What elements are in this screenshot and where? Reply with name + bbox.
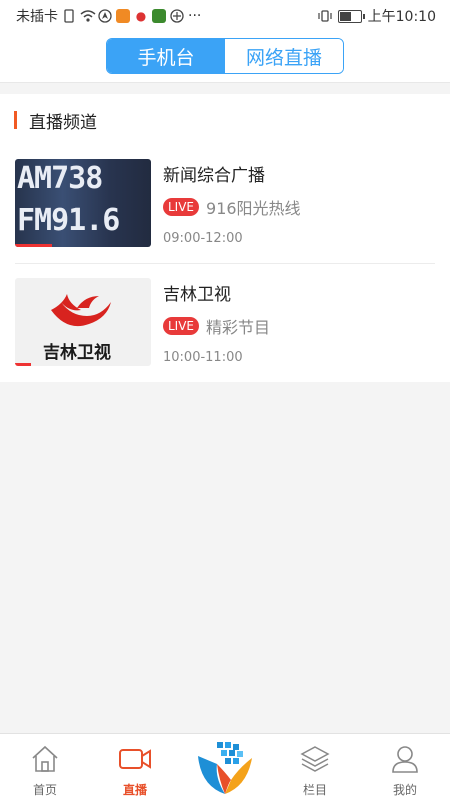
layers-icon: [300, 746, 330, 772]
app-notification-icon: [152, 9, 166, 23]
jilin-tv-logo-icon: [51, 294, 111, 327]
section-header: 直播频道: [14, 108, 97, 133]
wifi-icon: [80, 9, 96, 23]
navigation-icon: [98, 9, 112, 23]
app-notification-icon: [116, 9, 130, 23]
vibrate-icon: [318, 9, 332, 23]
browser-icon: [170, 9, 184, 23]
sim-icon: [62, 9, 76, 23]
channel-name: 吉林卫视: [163, 285, 231, 305]
carrier-text: 未插卡: [16, 9, 58, 25]
tab-columns[interactable]: 栏目: [270, 734, 360, 801]
channel-name: 新闻综合广播: [163, 166, 265, 186]
live-row: LIVE 精彩节目: [163, 314, 270, 338]
tab-label: 直播: [122, 783, 147, 797]
play-progress-bar: [15, 363, 32, 366]
app-logo-icon[interactable]: [195, 738, 255, 798]
live-badge: LIVE: [163, 198, 200, 216]
tab-web-live[interactable]: 网络直播: [225, 39, 343, 73]
program-name: 916阳光热线: [206, 199, 301, 218]
tab-label: 栏目: [302, 783, 327, 797]
section-title: 直播频道: [29, 112, 97, 133]
tab-mine[interactable]: 我的: [360, 734, 450, 801]
more-notifications-icon: ···: [188, 8, 202, 24]
program-time: 10:00-11:00: [163, 350, 243, 365]
battery-icon: [337, 9, 365, 23]
tab-label: 首页: [32, 783, 57, 797]
user-icon: [392, 746, 418, 773]
channel-item-jilin-tv[interactable]: 吉林卫视 吉林卫视 LIVE 精彩节目 10:00-11:00: [0, 278, 450, 388]
status-bar: 未插卡 ● ··· 上午10:10: [0, 0, 450, 32]
divider: [15, 263, 435, 264]
live-row: LIVE 916阳光热线: [163, 195, 301, 219]
tab-mobile-station[interactable]: 手机台: [107, 39, 225, 73]
weibo-icon: ●: [135, 9, 147, 23]
live-channel-list: 直播频道 AM738 FM91.6 新闻综合广播 LIVE 916阳光热线 09…: [0, 94, 450, 382]
top-header: 手机台 网络直播: [0, 32, 450, 83]
channel-type-switch: 手机台 网络直播: [106, 38, 344, 74]
live-badge: LIVE: [163, 317, 200, 335]
thumbnail-text-am: AM738: [17, 161, 103, 196]
video-camera-icon: [119, 749, 151, 769]
channel-item-news-radio[interactable]: AM738 FM91.6 新闻综合广播 LIVE 916阳光热线 09:00-1…: [0, 159, 450, 269]
thumbnail-logo-text: 吉林卫视: [43, 343, 111, 363]
program-time: 09:00-12:00: [163, 231, 243, 246]
play-progress-bar: [15, 244, 52, 247]
clock: 上午10:10: [367, 9, 436, 25]
thumbnail-text-fm: FM91.6: [17, 203, 120, 238]
channel-thumbnail[interactable]: AM738 FM91.6: [15, 159, 151, 247]
tab-home[interactable]: 首页: [0, 734, 90, 801]
battery-level: [339, 11, 351, 21]
home-icon: [32, 745, 58, 772]
channel-thumbnail[interactable]: 吉林卫视: [15, 278, 151, 366]
tab-label: 我的: [392, 783, 417, 797]
program-name: 精彩节目: [206, 318, 271, 337]
tab-live[interactable]: 直播: [90, 734, 180, 801]
section-accent-bar: [14, 111, 17, 129]
